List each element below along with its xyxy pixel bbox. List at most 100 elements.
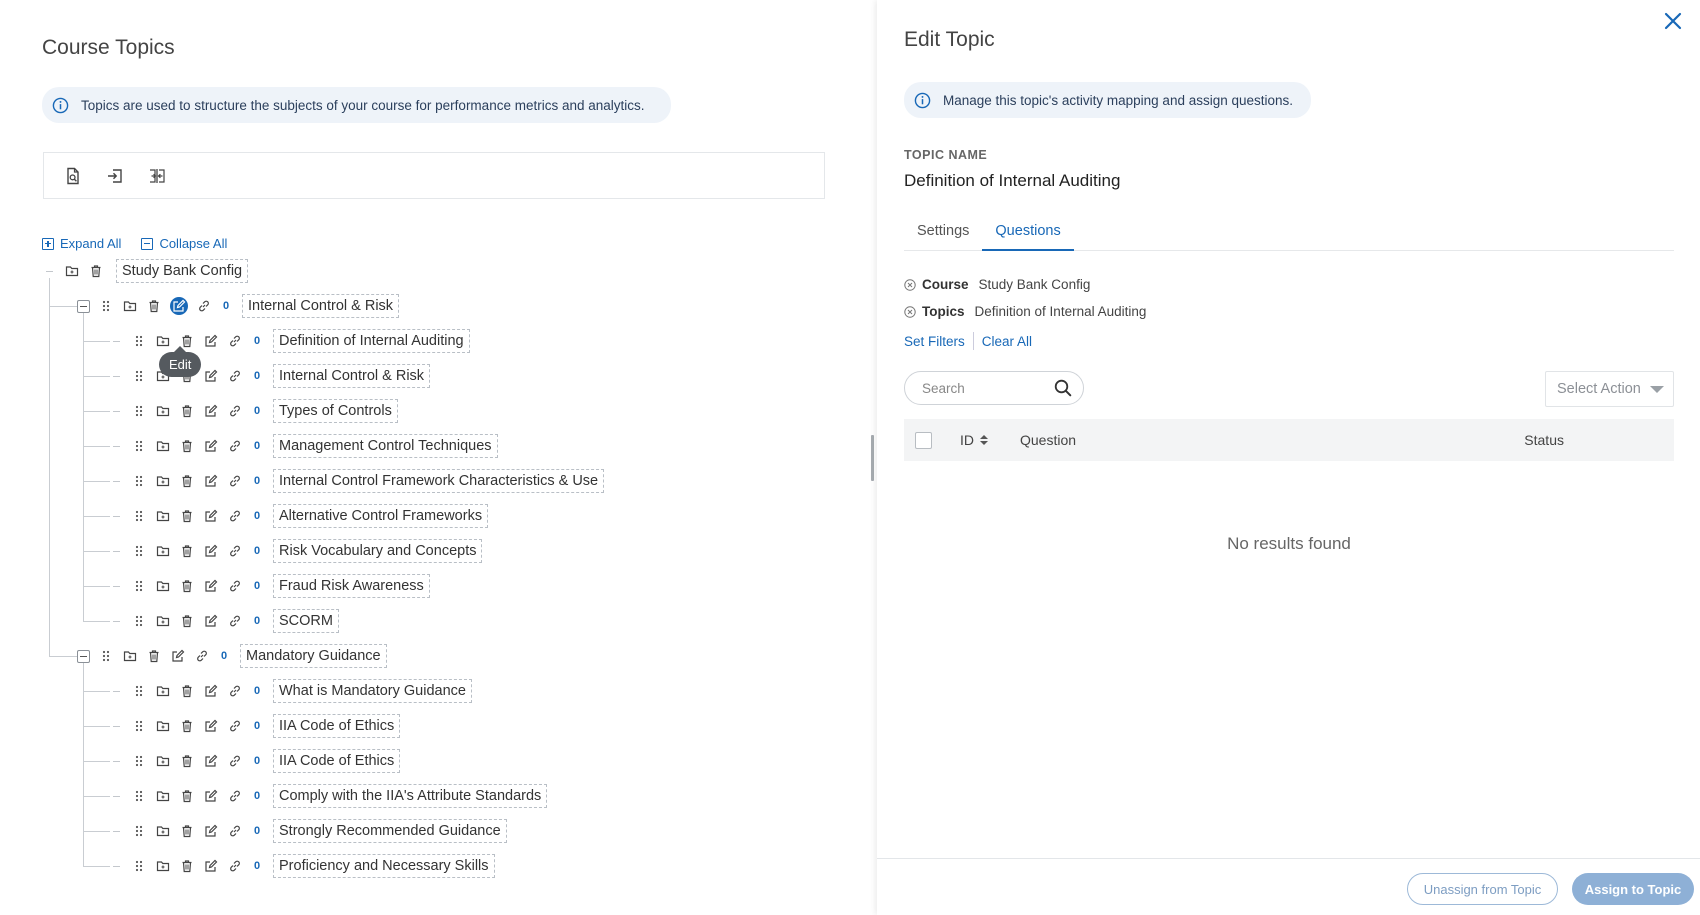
link-icon[interactable]: [194, 648, 210, 664]
topic-label[interactable]: Comply with the IIA's Attribute Standard…: [273, 784, 548, 808]
add-folder-icon[interactable]: [155, 438, 171, 454]
edit-icon[interactable]: [203, 438, 219, 454]
topic-label[interactable]: IIA Code of Ethics: [273, 714, 401, 738]
edit-icon[interactable]: [203, 508, 219, 524]
edit-icon[interactable]: [170, 648, 186, 664]
edit-icon[interactable]: [203, 788, 219, 804]
delete-icon[interactable]: [179, 858, 195, 874]
pane-resize-handle[interactable]: [871, 435, 874, 481]
link-icon[interactable]: [227, 753, 243, 769]
add-folder-icon[interactable]: [122, 648, 138, 664]
drag-handle-icon[interactable]: [131, 683, 147, 699]
add-folder-icon[interactable]: [155, 613, 171, 629]
drag-handle-icon[interactable]: [131, 438, 147, 454]
add-folder-icon[interactable]: [155, 718, 171, 734]
delete-icon[interactable]: [88, 263, 104, 279]
tab-questions[interactable]: Questions: [982, 219, 1074, 251]
drag-handle-icon[interactable]: [131, 543, 147, 559]
link-icon[interactable]: [227, 403, 243, 419]
add-folder-icon[interactable]: [155, 858, 171, 874]
delete-icon[interactable]: [146, 298, 162, 314]
drag-handle-icon[interactable]: [131, 508, 147, 524]
search-icon[interactable]: [1053, 378, 1073, 398]
drag-handle-icon[interactable]: [131, 613, 147, 629]
add-folder-icon[interactable]: [122, 298, 138, 314]
topic-label[interactable]: Proficiency and Necessary Skills: [273, 854, 495, 878]
add-folder-icon[interactable]: [155, 333, 171, 349]
drag-handle-icon[interactable]: [131, 718, 147, 734]
delete-icon[interactable]: [179, 683, 195, 699]
link-icon[interactable]: [227, 438, 243, 454]
link-icon[interactable]: [196, 298, 212, 314]
edit-icon[interactable]: [203, 578, 219, 594]
edit-icon[interactable]: [170, 297, 188, 315]
topic-label[interactable]: What is Mandatory Guidance: [273, 679, 472, 703]
edit-icon[interactable]: [203, 333, 219, 349]
topic-label[interactable]: Alternative Control Frameworks: [273, 504, 489, 528]
delete-icon[interactable]: [179, 403, 195, 419]
link-icon[interactable]: [227, 543, 243, 559]
drag-handle-icon[interactable]: [131, 368, 147, 384]
link-icon[interactable]: [227, 858, 243, 874]
topic-label[interactable]: Internal Control & Risk: [242, 294, 400, 318]
drag-handle-icon[interactable]: [131, 858, 147, 874]
search-input[interactable]: [922, 380, 1042, 396]
add-folder-icon[interactable]: [155, 403, 171, 419]
add-folder-icon[interactable]: [155, 543, 171, 559]
id-column-header[interactable]: ID: [960, 432, 988, 448]
delete-icon[interactable]: [179, 788, 195, 804]
delete-icon[interactable]: [179, 438, 195, 454]
edit-icon[interactable]: [203, 368, 219, 384]
link-icon[interactable]: [227, 368, 243, 384]
delete-icon[interactable]: [146, 648, 162, 664]
link-icon[interactable]: [227, 508, 243, 524]
drag-handle-icon[interactable]: [98, 648, 114, 664]
clear-all-link[interactable]: Clear All: [982, 334, 1032, 349]
link-icon[interactable]: [227, 613, 243, 629]
topic-label[interactable]: Definition of Internal Auditing: [273, 329, 470, 353]
edit-icon[interactable]: [203, 543, 219, 559]
topic-label[interactable]: Types of Controls: [273, 399, 398, 423]
unassign-from-topic-button[interactable]: Unassign from Topic: [1407, 873, 1558, 905]
delete-icon[interactable]: [179, 543, 195, 559]
drag-handle-icon[interactable]: [131, 333, 147, 349]
edit-icon[interactable]: [203, 858, 219, 874]
add-folder-icon[interactable]: [155, 753, 171, 769]
add-folder-icon[interactable]: [155, 823, 171, 839]
link-icon[interactable]: [227, 718, 243, 734]
set-filters-link[interactable]: Set Filters: [904, 334, 965, 349]
delete-icon[interactable]: [179, 578, 195, 594]
add-folder-icon[interactable]: [155, 578, 171, 594]
topic-label[interactable]: Mandatory Guidance: [240, 644, 387, 668]
edit-icon[interactable]: [203, 403, 219, 419]
link-icon[interactable]: [227, 473, 243, 489]
topic-label[interactable]: Management Control Techniques: [273, 434, 498, 458]
delete-icon[interactable]: [179, 508, 195, 524]
drag-handle-icon[interactable]: [131, 788, 147, 804]
close-icon[interactable]: [1662, 10, 1684, 32]
link-icon[interactable]: [227, 578, 243, 594]
link-icon[interactable]: [227, 333, 243, 349]
select-all-checkbox[interactable]: [915, 431, 932, 449]
drag-handle-icon[interactable]: [131, 753, 147, 769]
tab-settings[interactable]: Settings: [904, 219, 982, 251]
assign-to-topic-button[interactable]: Assign to Topic: [1572, 873, 1694, 905]
select-action-dropdown[interactable]: Select Action: [1545, 371, 1674, 407]
edit-icon[interactable]: [203, 753, 219, 769]
edit-icon[interactable]: [203, 718, 219, 734]
collapse-toggle[interactable]: [77, 299, 90, 313]
edit-icon[interactable]: [203, 683, 219, 699]
drag-handle-icon[interactable]: [131, 578, 147, 594]
add-folder-icon[interactable]: [155, 508, 171, 524]
add-folder-icon[interactable]: [155, 473, 171, 489]
topic-label[interactable]: Fraud Risk Awareness: [273, 574, 430, 598]
topic-label[interactable]: Study Bank Config: [116, 259, 249, 283]
delete-icon[interactable]: [179, 753, 195, 769]
topic-label[interactable]: IIA Code of Ethics: [273, 749, 401, 773]
delete-icon[interactable]: [179, 613, 195, 629]
remove-filter-icon[interactable]: [904, 278, 916, 291]
edit-icon[interactable]: [203, 823, 219, 839]
topic-label[interactable]: Strongly Recommended Guidance: [273, 819, 507, 843]
edit-icon[interactable]: [203, 473, 219, 489]
remove-filter-icon[interactable]: [904, 305, 916, 318]
